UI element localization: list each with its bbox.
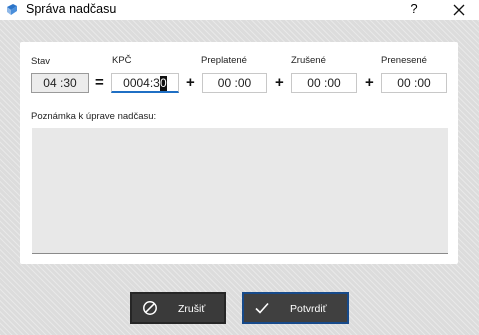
preplatene-label: Preplatené xyxy=(201,55,247,66)
kpc-value: 0004:3 xyxy=(123,76,160,90)
note-textarea[interactable] xyxy=(32,128,448,254)
confirm-button[interactable]: Potvrdiť xyxy=(242,292,349,324)
zrusene-hours: 00 xyxy=(307,76,321,90)
plus-sign: + xyxy=(365,74,374,91)
prenesene-label: Prenesené xyxy=(381,55,427,66)
overtime-card: Stav KPČ Preplatené Zrušené Prenesené 04… xyxy=(20,42,458,264)
zrusene-input[interactable]: 00 :00 xyxy=(291,73,357,93)
cancel-icon xyxy=(143,301,157,315)
close-icon[interactable] xyxy=(447,0,471,20)
stav-minutes: 30 xyxy=(63,76,77,90)
plus-sign: + xyxy=(275,74,284,91)
stav-hours: 04 xyxy=(43,76,57,90)
kpc-input[interactable]: 0004:30 xyxy=(111,73,179,93)
prenesene-minutes: 00 xyxy=(417,76,431,90)
stav-label: Stav xyxy=(31,56,51,67)
prenesene-hours: 00 xyxy=(397,76,411,90)
preplatene-minutes: 00 xyxy=(237,76,252,90)
text-cursor: 0 xyxy=(159,76,167,91)
app-icon xyxy=(7,4,17,15)
cancel-button[interactable]: Zrušiť xyxy=(130,292,226,324)
checkmark-icon xyxy=(255,302,269,314)
window-title: Správa nadčasu xyxy=(26,2,117,16)
title-bar: Správa nadčasu ? xyxy=(0,0,479,20)
confirm-button-label: Potvrdiť xyxy=(290,303,327,315)
equals-sign: = xyxy=(95,74,104,91)
zrusene-minutes: 00 xyxy=(327,76,341,90)
cancel-button-label: Zrušiť xyxy=(178,303,206,315)
preplatene-input[interactable]: 00 :00 xyxy=(202,73,267,93)
preplatene-hours: 00 xyxy=(217,76,232,90)
note-label: Poznámka k úprave nadčasu: xyxy=(31,111,157,122)
plus-sign: + xyxy=(186,74,195,91)
prenesene-input[interactable]: 00 :00 xyxy=(381,73,447,93)
kpc-label: KPČ xyxy=(112,55,132,66)
zrusene-label: Zrušené xyxy=(291,55,326,66)
help-button[interactable]: ? xyxy=(404,0,424,20)
stav-field: 04 :30 xyxy=(31,73,89,93)
